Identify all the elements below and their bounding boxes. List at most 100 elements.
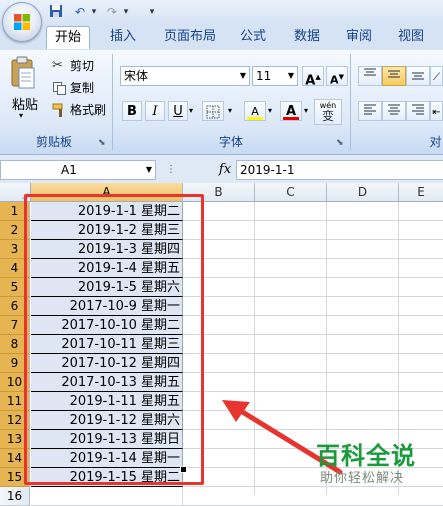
formula-bar-grip-icon: ⋮	[166, 164, 176, 175]
group-separator	[112, 54, 113, 150]
customize-qat-icon[interactable]: ▾	[144, 4, 160, 20]
office-button[interactable]	[2, 2, 42, 42]
font-size-value: 11	[256, 69, 272, 83]
formula-input[interactable]: 2019-1-1	[236, 160, 443, 180]
paste-label: 粘贴	[12, 98, 39, 113]
name-box-value: A1	[61, 163, 77, 177]
fill-color-swatch	[247, 117, 263, 120]
title-bar	[0, 0, 443, 25]
chevron-down-icon: ▼	[239, 71, 246, 80]
column-header-d[interactable]: D	[327, 183, 399, 202]
tab-review[interactable]: 审阅	[340, 26, 378, 48]
redo-dropdown-icon[interactable]: ▾	[118, 4, 134, 20]
watermark-subtitle: 助你轻松解决	[320, 471, 405, 486]
office-logo-icon	[14, 14, 30, 30]
cut-label: 剪切	[70, 59, 95, 73]
clipboard-launcher-icon[interactable]: ⬊	[98, 138, 106, 148]
shrink-font-button[interactable]: A▼	[326, 66, 348, 87]
chevron-down-icon: ▼	[287, 71, 294, 80]
undo-dropdown-icon[interactable]: ▾	[86, 4, 102, 20]
formula-value: 2019-1-1	[240, 163, 295, 177]
gridline	[183, 315, 443, 316]
align-center-icon	[388, 104, 400, 115]
grow-font-label: A	[305, 73, 316, 89]
align-right-icon	[412, 104, 424, 115]
borders-icon	[206, 105, 220, 119]
gridline	[183, 258, 443, 259]
copy-button[interactable]: 复制	[52, 78, 102, 98]
save-icon[interactable]	[48, 4, 64, 20]
tab-view[interactable]: 视图	[392, 26, 430, 48]
cut-button[interactable]: ✂ 剪切	[52, 56, 102, 76]
font-size-combo[interactable]: 11 ▼	[252, 66, 298, 86]
align-center-button[interactable]	[382, 101, 406, 121]
decrease-indent-button[interactable]: ⇤	[430, 101, 443, 121]
row-header[interactable]: 16	[0, 487, 30, 506]
name-box[interactable]: A1 ▼	[0, 160, 156, 180]
chevron-down-icon: ▼	[145, 165, 152, 174]
watermark-title: 百科全说	[316, 442, 416, 470]
borders-button[interactable]	[202, 101, 224, 121]
align-middle-button[interactable]	[382, 66, 406, 86]
highlight-box	[24, 194, 204, 485]
align-bottom-button[interactable]	[406, 66, 430, 86]
copy-icon	[53, 82, 66, 95]
paste-button[interactable]: 粘贴 ▾	[8, 56, 38, 122]
cell-a[interactable]	[31, 487, 183, 506]
orientation-button[interactable]: ⟋	[430, 66, 443, 86]
font-group-label: 字体	[218, 135, 243, 149]
shrink-font-label: A	[330, 73, 339, 87]
gridline	[183, 486, 443, 487]
column-header-e[interactable]: E	[399, 183, 443, 202]
align-top-icon	[364, 68, 376, 76]
tab-insert[interactable]: 插入	[104, 26, 142, 48]
fill-color-dropdown-icon[interactable]: ▾	[268, 106, 272, 115]
alignment-group-label: 对	[429, 135, 442, 149]
phonetic-char: 变	[321, 109, 334, 123]
italic-button[interactable]: I	[145, 101, 165, 121]
align-left-icon	[364, 104, 376, 115]
bold-button[interactable]: B	[122, 101, 142, 121]
align-middle-icon	[388, 70, 400, 78]
tab-page-layout[interactable]: 页面布局	[158, 26, 222, 48]
scissors-icon: ✂	[52, 58, 63, 73]
insert-function-button[interactable]: fx	[214, 160, 236, 180]
fx-icon: fx	[218, 162, 232, 177]
paste-dropdown-icon: ▾	[19, 111, 24, 120]
font-launcher-icon[interactable]: ⬊	[336, 138, 344, 148]
gridline	[183, 220, 443, 221]
indent-icon: ⇤	[432, 107, 441, 118]
gridline	[183, 372, 443, 373]
align-right-button[interactable]	[406, 101, 430, 121]
grow-font-button[interactable]: A▲	[302, 66, 324, 89]
font-name-combo[interactable]: 宋体 ▼	[120, 66, 250, 86]
format-painter-button[interactable]: 格式刷	[52, 100, 110, 120]
align-left-button[interactable]	[358, 101, 382, 121]
gridline	[183, 334, 443, 335]
gridline	[183, 239, 443, 240]
format-painter-icon	[52, 103, 63, 117]
orientation-icon: ⟋	[433, 72, 440, 83]
font-color-dropdown-icon[interactable]: ▾	[304, 106, 308, 115]
copy-label: 复制	[70, 81, 95, 95]
phonetic-guide-button[interactable]: wén 变	[314, 99, 342, 125]
gridline	[183, 353, 443, 354]
tab-formulas[interactable]: 公式	[234, 26, 272, 48]
paste-icon	[11, 56, 35, 89]
font-name-value: 宋体	[124, 69, 149, 83]
tab-data[interactable]: 数据	[288, 26, 326, 48]
tab-home[interactable]: 开始	[46, 26, 90, 49]
group-separator	[350, 54, 351, 150]
format-painter-label: 格式刷	[70, 103, 107, 117]
clipboard-group-label: 剪贴板	[35, 135, 72, 149]
font-color-button[interactable]: A	[280, 101, 302, 121]
underline-dropdown-icon[interactable]: ▾	[189, 106, 193, 115]
font-color-swatch	[283, 117, 299, 120]
borders-dropdown-icon[interactable]: ▾	[228, 106, 232, 115]
underline-button[interactable]: U	[168, 101, 188, 121]
gridline	[183, 277, 443, 278]
column-header-c[interactable]: C	[255, 183, 327, 202]
fill-color-button[interactable]: A	[244, 101, 266, 121]
align-bottom-icon	[412, 72, 424, 80]
align-top-button[interactable]	[358, 66, 382, 86]
